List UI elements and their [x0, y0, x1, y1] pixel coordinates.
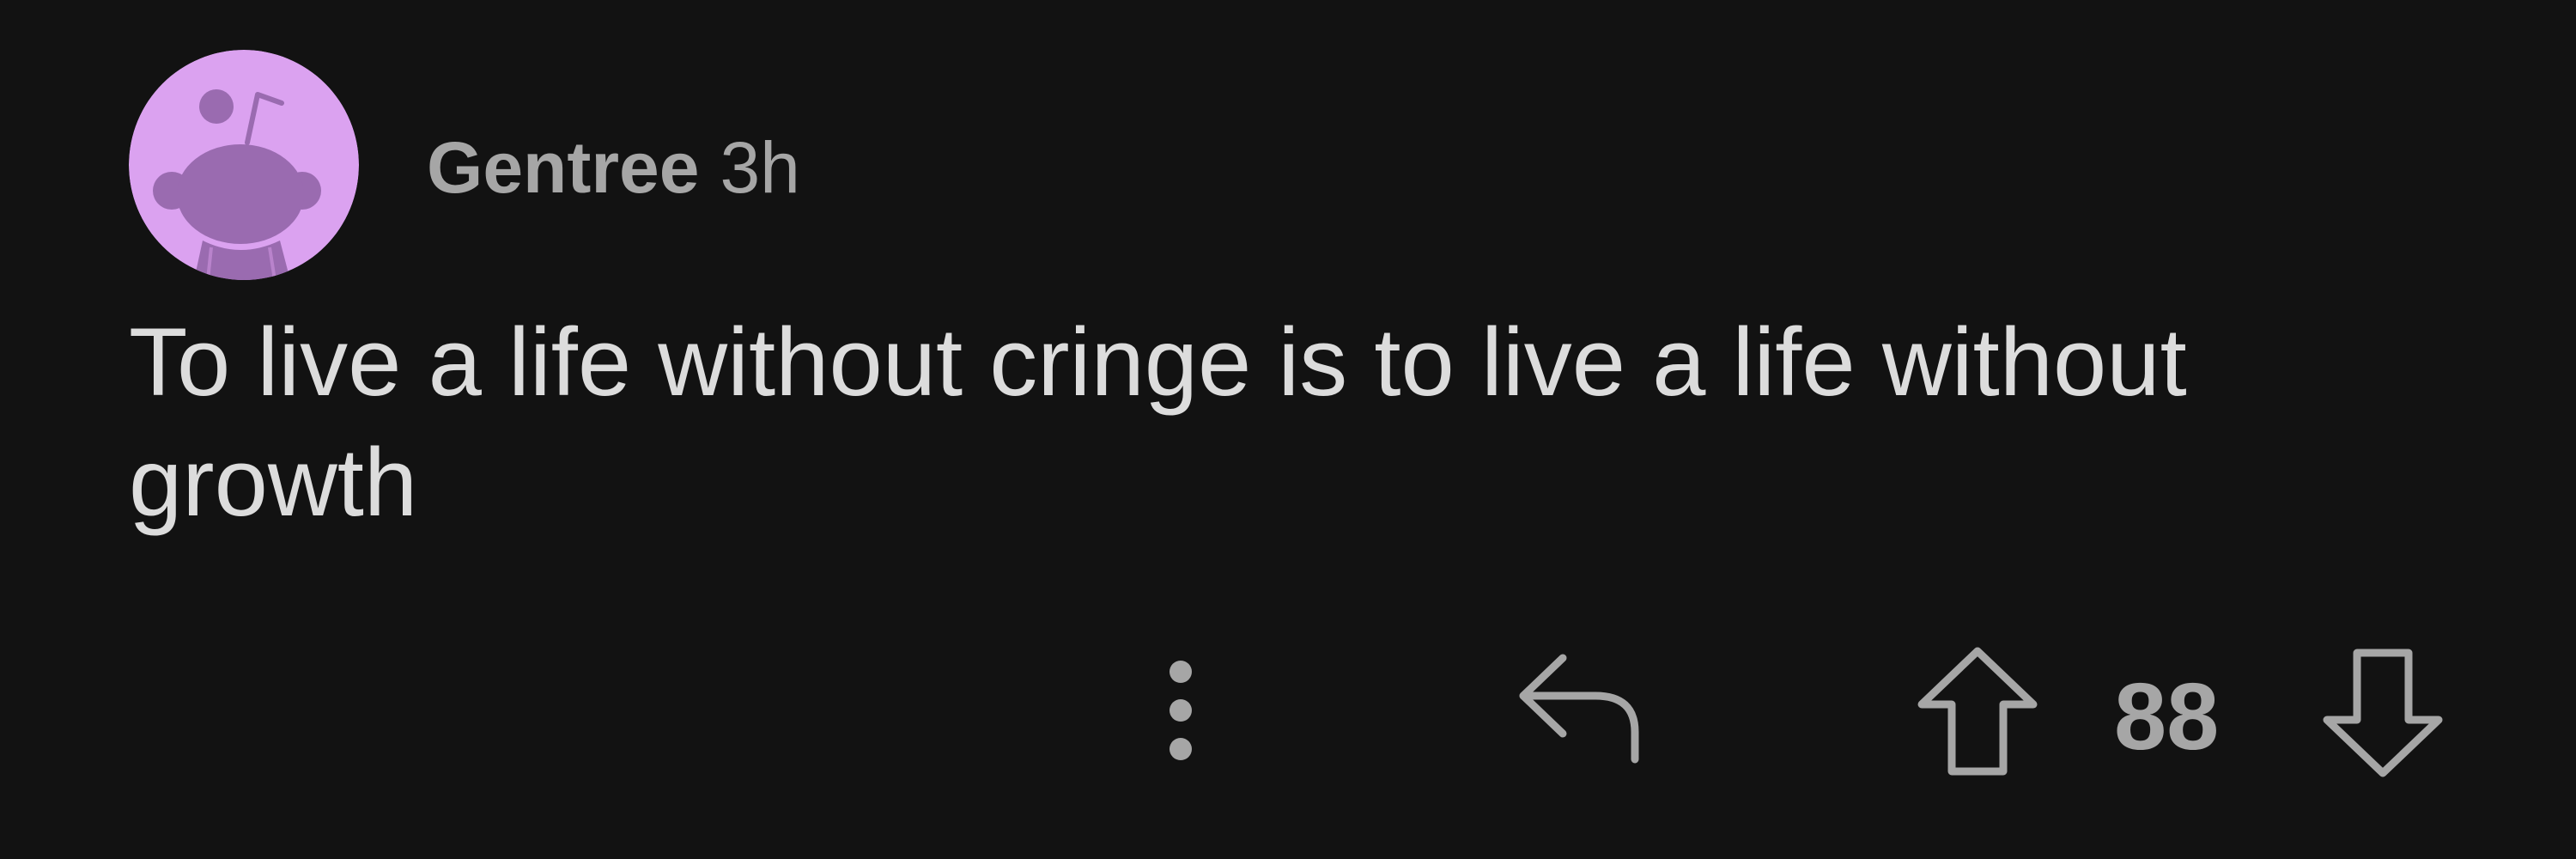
reply-button[interactable] — [1511, 646, 1649, 766]
avatar[interactable] — [129, 50, 359, 280]
timestamp: 3h — [720, 126, 800, 208]
upvote-button[interactable] — [1913, 643, 2042, 780]
more-options-button[interactable] — [1146, 655, 1215, 766]
reply-arrow-icon — [1519, 654, 1639, 764]
comment-card: Gentree 3h To live a life without cringe… — [0, 0, 2576, 859]
username-link[interactable]: Gentree — [427, 126, 699, 210]
vertical-ellipsis-icon — [1170, 661, 1192, 760]
snoo-avatar-icon — [129, 50, 359, 280]
comment-meta: Gentree 3h — [427, 125, 800, 210]
comment-body: To live a life without cringe is to live… — [129, 308, 2187, 536]
vote-score: 88 — [2114, 664, 2220, 770]
arrow-down-icon — [2323, 649, 2443, 777]
downvote-button[interactable] — [2318, 644, 2447, 782]
arrow-up-icon — [1917, 647, 2038, 776]
